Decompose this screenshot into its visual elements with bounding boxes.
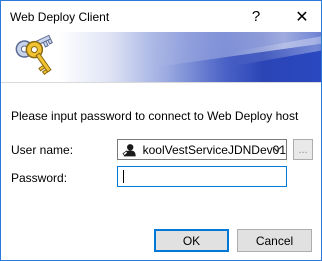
password-label: Password: [11, 171, 68, 185]
password-field[interactable] [117, 166, 287, 187]
window-title: Web Deploy Client [10, 10, 110, 24]
username-label: User name: [11, 143, 74, 157]
ok-button[interactable]: OK [154, 229, 229, 252]
dialog-window: Web Deploy Client ? ✕ Please input passw… [0, 0, 322, 261]
text-caret [123, 170, 124, 183]
keys-icon [15, 34, 53, 76]
username-combobox[interactable]: koolVestServiceJDNDev01 [117, 139, 287, 160]
chevron-down-icon[interactable] [271, 142, 283, 156]
close-icon: ✕ [295, 8, 309, 26]
banner-separator [1, 82, 321, 83]
cancel-button[interactable]: Cancel [237, 229, 312, 252]
help-icon: ? [251, 8, 261, 25]
browse-button[interactable]: ... [293, 139, 313, 160]
title-bar[interactable]: Web Deploy Client ? ✕ [1, 1, 321, 32]
close-button[interactable]: ✕ [285, 1, 319, 32]
user-icon [122, 143, 136, 156]
help-button[interactable]: ? [239, 1, 273, 32]
prompt-text: Please input password to connect to Web … [11, 109, 299, 123]
header-banner [1, 32, 321, 82]
username-value: koolVestServiceJDNDev01 [142, 142, 286, 157]
